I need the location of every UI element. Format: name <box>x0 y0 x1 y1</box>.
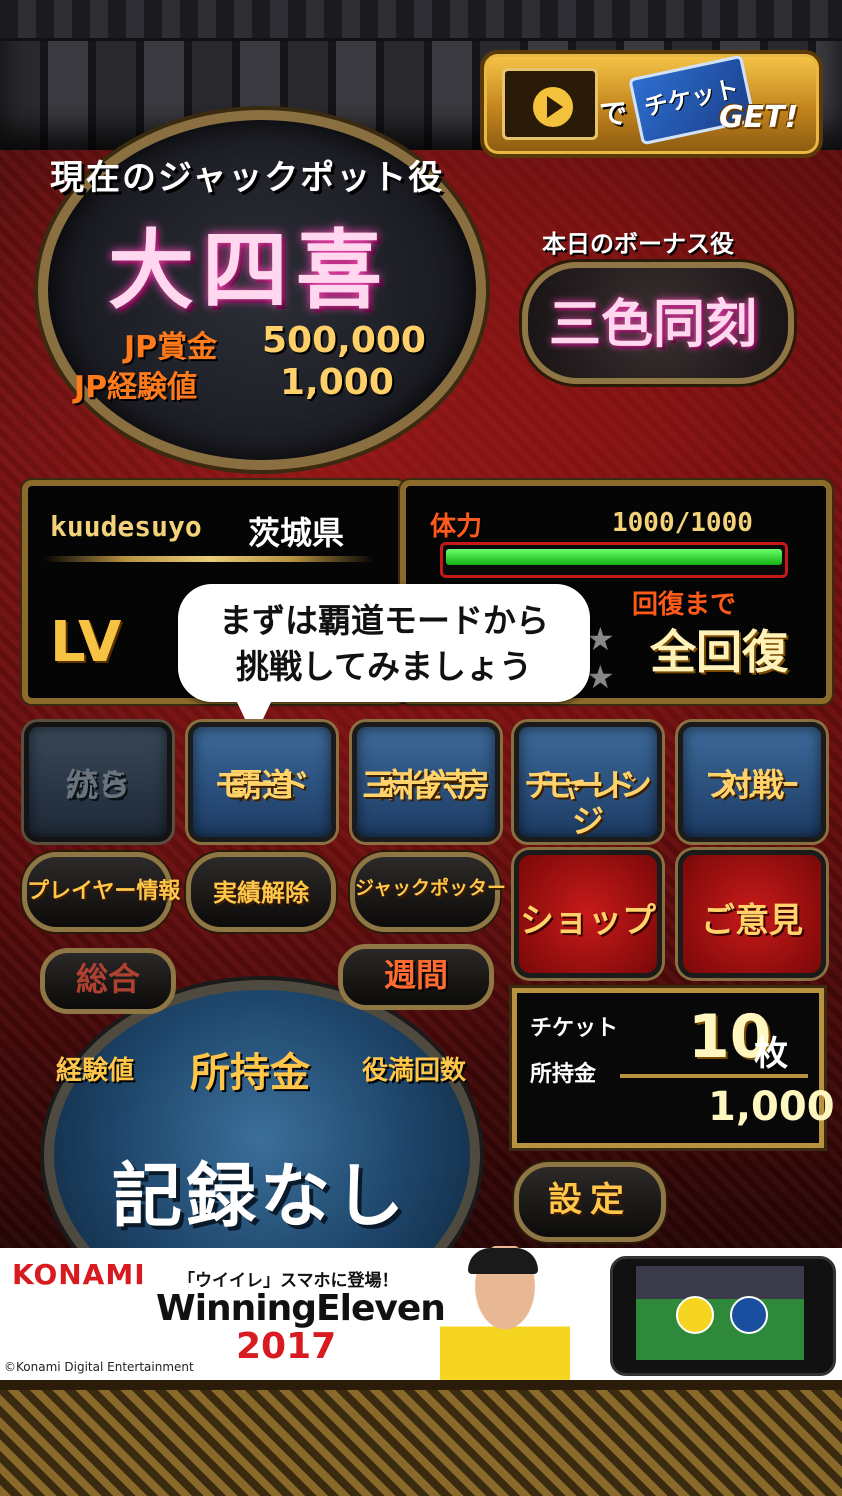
film-icon <box>502 68 598 140</box>
feedback-button[interactable]: ご意見 <box>678 850 826 978</box>
stamina-label: 体力 <box>430 512 483 542</box>
jackpot-yaku: 大四喜 <box>108 220 390 321</box>
ranking-money[interactable]: 所持金 <box>190 1040 310 1098</box>
ad-product[interactable]: WinningEleven <box>156 1288 446 1329</box>
stamina-bar <box>440 542 788 578</box>
jackpotter-button[interactable]: ジャックポッター <box>350 852 506 932</box>
jackpot-title: 現在のジャックポット役 <box>50 158 445 198</box>
wallet-divider <box>620 1074 808 1078</box>
bonus-yaku: 三色同刻 <box>548 294 757 355</box>
ad-player-hair <box>468 1248 538 1274</box>
ticket-unit: 枚 <box>754 1034 788 1074</box>
play-icon <box>530 84 576 130</box>
ranking-yakuman[interactable]: 役満回数 <box>362 1050 466 1087</box>
level-label: LV <box>50 610 122 675</box>
jackpot-prize-value: 500,000 <box>262 320 426 361</box>
stamina-value: 1000/1000 <box>612 508 753 538</box>
jackpot-exp-value: 1,000 <box>280 362 394 403</box>
player-name: kuudesuyo <box>50 510 202 543</box>
schalke-badge-icon <box>730 1296 768 1334</box>
jackpot-exp-label: JP経験値 <box>74 370 198 405</box>
hadou-mode-button[interactable]: 覇道 モード <box>188 722 336 842</box>
ad-brand[interactable]: KONAMI <box>12 1258 146 1291</box>
player-prefecture: 茨城県 <box>248 514 345 552</box>
ad-year[interactable]: 2017 <box>236 1326 336 1367</box>
tooltip-line2: 挑戦してみましょう <box>235 647 532 686</box>
footer-decoration <box>0 1380 842 1496</box>
tab-weekly[interactable]: 週間 <box>338 944 494 1010</box>
settings-button[interactable]: 設定 <box>514 1162 666 1242</box>
banner-de: で <box>599 97 628 130</box>
tab-overall[interactable]: 総合 <box>40 948 176 1014</box>
ranking-empty: 記録なし <box>112 1155 408 1237</box>
ticket-label: チケット <box>530 1016 619 1041</box>
bonus-title: 本日のボーナス役 <box>542 230 734 258</box>
tooltip-text: まずは覇道モードから 挑戦してみましょう <box>178 598 590 690</box>
stamina-bar-fill <box>446 549 782 565</box>
ad-copyright: ©Konami Digital Entertainment <box>4 1360 194 1374</box>
achievements-button[interactable]: 実績解除 <box>186 852 336 932</box>
star-icon: ★ ★ <box>586 620 615 696</box>
panel-divider <box>44 556 374 562</box>
money-value: 1,000 <box>708 1084 835 1130</box>
jackpot-prize-label: JP賞金 <box>124 330 218 365</box>
dortmund-badge-icon <box>676 1296 714 1334</box>
continue-button[interactable]: 続き から <box>24 722 172 842</box>
challenge-mode-button[interactable]: チャレンジ モード <box>514 722 662 842</box>
tooltip-line1: まずは覇道モードから <box>219 601 549 640</box>
mahjong-temple-button[interactable]: 麻雀寺 三十六房 <box>352 722 500 842</box>
banner-get-label: GET! <box>719 100 799 135</box>
player-info-button[interactable]: プレイヤー情報 <box>22 852 180 932</box>
money-label: 所持金 <box>530 1062 597 1087</box>
ad-phone-screen <box>636 1266 804 1360</box>
recover-value: 全回復 <box>650 625 788 679</box>
watch-video-ticket-button[interactable]: で チケット GET! <box>480 50 823 158</box>
free-battle-button[interactable]: フリー 対戦 <box>678 722 826 842</box>
ranking-exp[interactable]: 経験値 <box>56 1050 134 1087</box>
shop-button[interactable]: ショップ <box>514 850 662 978</box>
